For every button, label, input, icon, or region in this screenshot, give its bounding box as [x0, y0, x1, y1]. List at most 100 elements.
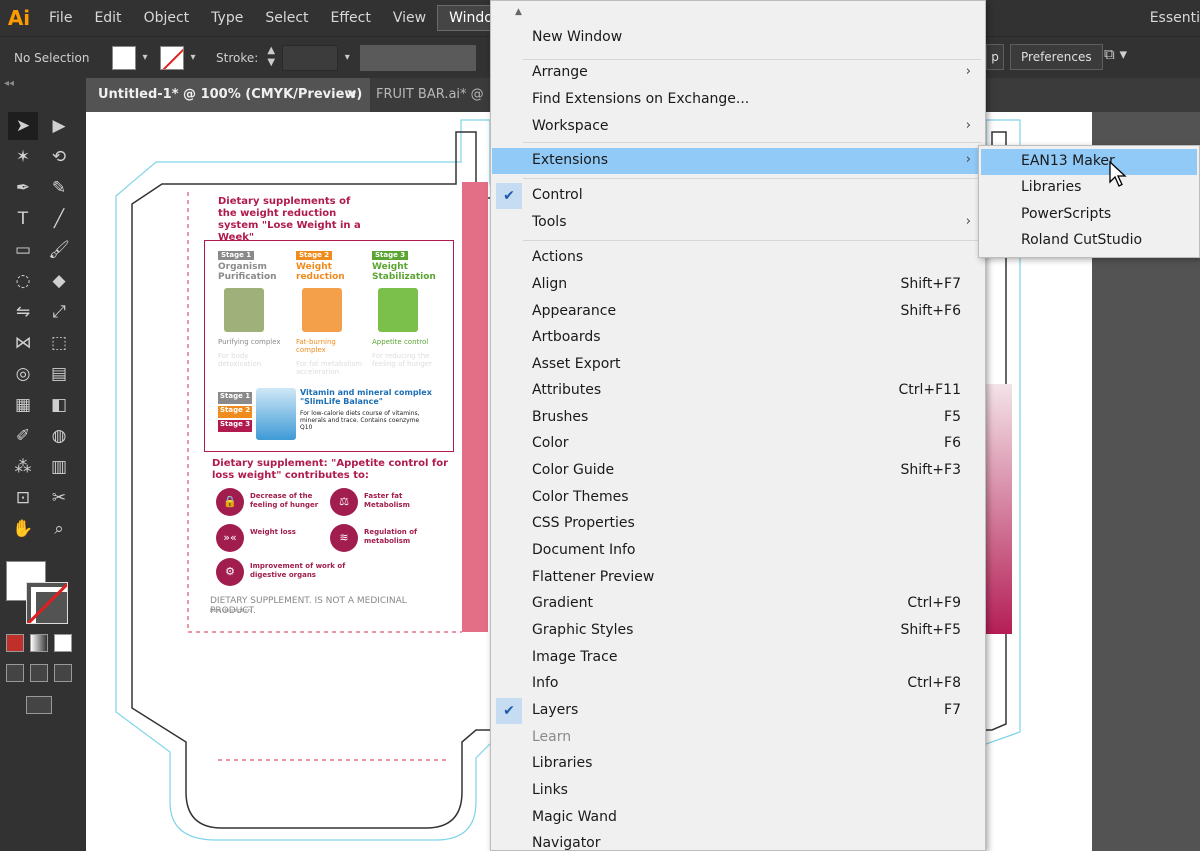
stroke-weight-dropdown-icon[interactable]: ▾ [338, 46, 356, 70]
stage-card-2: Stage 2 Weight reduction Fat-burning com… [296, 250, 366, 376]
artboard-tool-icon[interactable]: ⊡ [8, 484, 38, 512]
arrange-documents-icon[interactable]: ⧉ ▾ [1104, 45, 1144, 69]
menu-item-gradient[interactable]: Gradient Ctrl+F9 [492, 591, 985, 617]
panel-grip-icon[interactable]: ◂◂ [0, 78, 86, 92]
menu-item-navigator[interactable]: Navigator [492, 831, 985, 851]
menu-item-css-properties[interactable]: CSS Properties [492, 511, 985, 537]
submenu-item-ean13-maker[interactable]: EAN13 Maker [981, 149, 1197, 175]
blend-tool-icon[interactable]: ◍ [44, 422, 74, 450]
tab-fruit-bar[interactable]: FRUIT BAR.ai* @ [376, 78, 484, 112]
none-mode-icon[interactable] [54, 634, 72, 652]
menu-item-align[interactable]: Align Shift+F7 [492, 272, 985, 298]
free-transform-tool-icon[interactable]: ⬚ [44, 329, 74, 357]
menu-item-new-window[interactable]: New Window [492, 25, 985, 51]
eraser-tool-icon[interactable]: ◆ [44, 267, 74, 295]
document-setup-button[interactable]: p [986, 44, 1004, 70]
perspective-grid-tool-icon[interactable]: ▤ [44, 360, 74, 388]
fill-color-swatch[interactable] [112, 45, 136, 70]
gradient-tool-icon[interactable]: ◧ [44, 391, 74, 419]
menu-item-extensions[interactable]: Extensions › [492, 148, 985, 174]
side-panel-artwork [462, 182, 488, 632]
stroke-dropdown-icon[interactable]: ▾ [184, 46, 202, 70]
draw-inside-icon[interactable] [54, 664, 72, 682]
menu-item-workspace[interactable]: Workspace › [492, 114, 985, 140]
menu-item-control[interactable]: ✔ Control [492, 183, 985, 209]
zoom-tool-icon[interactable]: ⌕ [44, 515, 74, 543]
menu-item-artboards[interactable]: Artboards [492, 325, 985, 351]
menu-view[interactable]: View [382, 0, 437, 36]
rectangle-tool-icon[interactable]: ▭ [8, 236, 38, 264]
eyedropper-tool-icon[interactable]: ✐ [8, 422, 38, 450]
paintbrush-tool-icon[interactable]: 🖌 [44, 236, 74, 264]
hand-tool-icon[interactable]: ✋ [8, 515, 38, 543]
shaper-tool-icon[interactable]: ◌ [8, 267, 38, 295]
workspace-switcher[interactable]: Essenti [1150, 0, 1200, 36]
tab-untitled-1[interactable]: Untitled-1* @ 100% (CMYK/Preview) × [86, 78, 370, 112]
draw-normal-icon[interactable] [6, 664, 24, 682]
line-tool-icon[interactable]: ╱ [44, 205, 74, 233]
menu-item-find-extensions-on-exchange[interactable]: Find Extensions on Exchange... [492, 87, 985, 113]
selection-tool-icon[interactable]: ➤ [8, 112, 38, 140]
menu-item-asset-export[interactable]: Asset Export [492, 352, 985, 378]
vitamin-pack-image [256, 388, 296, 440]
stroke-swatch-large[interactable] [26, 582, 68, 624]
menu-item-image-trace[interactable]: Image Trace [492, 645, 985, 671]
menu-object[interactable]: Object [133, 0, 201, 36]
slice-tool-icon[interactable]: ✂ [44, 484, 74, 512]
menu-item-layers[interactable]: ✔ Layers F7 [492, 698, 985, 724]
menu-item-color-guide[interactable]: Color Guide Shift+F3 [492, 458, 985, 484]
submenu-item-roland-cutstudio[interactable]: Roland CutStudio [981, 228, 1197, 254]
menu-item-label: Links [532, 782, 568, 798]
shape-builder-tool-icon[interactable]: ◎ [8, 360, 38, 388]
scroll-up-arrow-icon[interactable]: ▲ [515, 7, 522, 17]
symbol-sprayer-tool-icon[interactable]: ⁂ [8, 453, 38, 481]
menu-item-tools[interactable]: Tools › [492, 210, 985, 236]
menu-item-info[interactable]: Info Ctrl+F8 [492, 671, 985, 697]
menu-item-links[interactable]: Links [492, 778, 985, 804]
draw-behind-icon[interactable] [30, 664, 48, 682]
menu-type[interactable]: Type [200, 0, 254, 36]
menu-effect[interactable]: Effect [320, 0, 382, 36]
menu-item-graphic-styles[interactable]: Graphic Styles Shift+F5 [492, 618, 985, 644]
preferences-button[interactable]: Preferences [1010, 44, 1103, 70]
menu-item-magic-wand[interactable]: Magic Wand [492, 805, 985, 831]
direct-selection-tool-icon[interactable]: ▶ [44, 112, 74, 140]
curvature-tool-icon[interactable]: ✎ [44, 174, 74, 202]
menu-item-arrange[interactable]: Arrange › [492, 60, 985, 86]
variable-width-field[interactable] [360, 44, 477, 71]
stroke-color-swatch[interactable] [160, 45, 184, 70]
submenu-item-libraries[interactable]: Libraries [981, 175, 1197, 201]
close-icon[interactable]: × [346, 78, 357, 112]
menu-item-flattener-preview[interactable]: Flattener Preview [492, 565, 985, 591]
menu-item-color[interactable]: Color F6 [492, 431, 985, 457]
lock-icon: 🔒 [216, 488, 244, 516]
color-mode-icon[interactable] [6, 634, 24, 652]
menu-select[interactable]: Select [254, 0, 319, 36]
mesh-tool-icon[interactable]: ▦ [8, 391, 38, 419]
menu-item-document-info[interactable]: Document Info [492, 538, 985, 564]
submenu-item-powerscripts[interactable]: PowerScripts [981, 202, 1197, 228]
menu-item-attributes[interactable]: Attributes Ctrl+F11 [492, 378, 985, 404]
fill-dropdown-icon[interactable]: ▾ [136, 46, 154, 70]
width-tool-icon[interactable]: ⋈ [8, 329, 38, 357]
menu-item-brushes[interactable]: Brushes F5 [492, 405, 985, 431]
type-tool-icon[interactable]: T [8, 205, 38, 233]
menu-edit[interactable]: Edit [83, 0, 132, 36]
menu-item-libraries[interactable]: Libraries [492, 751, 985, 777]
pen-tool-icon[interactable]: ✒ [8, 174, 38, 202]
magic-wand-tool-icon[interactable]: ✶ [8, 143, 38, 171]
menu-item-actions[interactable]: Actions [492, 245, 985, 271]
submenu-arrow-icon: › [965, 118, 971, 133]
rotate-tool-icon[interactable]: ⇋ [8, 298, 38, 326]
menu-item-appearance[interactable]: Appearance Shift+F6 [492, 299, 985, 325]
menu-item-color-themes[interactable]: Color Themes [492, 485, 985, 511]
menu-file[interactable]: File [38, 0, 83, 36]
scale-tool-icon[interactable]: ⤢ [44, 298, 74, 326]
gradient-mode-icon[interactable] [30, 634, 48, 652]
column-graph-tool-icon[interactable]: ▥ [44, 453, 74, 481]
lasso-tool-icon[interactable]: ⟲ [44, 143, 74, 171]
stroke-weight-field[interactable] [282, 44, 339, 71]
window-menu-dropdown: ▲ New Window Arrange › Find Extensions on E… [490, 0, 986, 851]
screen-mode-icon[interactable] [26, 696, 52, 714]
stroke-spinner-icon[interactable]: ▲ ▼ [262, 45, 280, 71]
